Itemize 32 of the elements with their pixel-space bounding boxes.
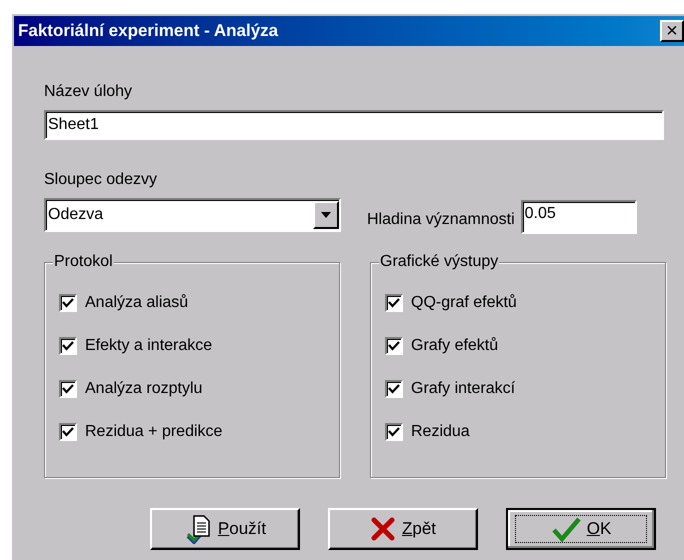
checkbox[interactable]: [385, 380, 403, 398]
checkbox-label: Efekty a interakce: [85, 336, 212, 356]
checkbox[interactable]: [59, 337, 77, 355]
document-check-icon: [184, 514, 212, 544]
checkbox-label: Grafy interakcí: [411, 379, 516, 399]
checkbox-label: Rezidua: [411, 422, 470, 442]
field-label: Hladina významnosti: [367, 210, 515, 230]
checkbox[interactable]: [385, 294, 403, 312]
checkbox-label: Analýza rozptylu: [85, 379, 202, 399]
checkbox-label: Rezidua + predikce: [85, 422, 222, 442]
significance-field[interactable]: 0.05: [520, 200, 637, 234]
field-label: Sloupec odezvy: [44, 170, 158, 190]
apply-button[interactable]: Použít: [150, 508, 300, 550]
back-button[interactable]: Zpět: [328, 508, 478, 550]
dropdown-arrow-icon: [321, 212, 331, 218]
ok-button[interactable]: OK: [506, 508, 656, 550]
checkbox[interactable]: [59, 380, 77, 398]
response-dropdown[interactable]: Odezva: [44, 198, 341, 232]
close-button[interactable]: ×: [660, 20, 684, 42]
cross-icon: [370, 516, 396, 542]
checkbox[interactable]: [59, 423, 77, 441]
checkbox-label: Analýza aliasů: [85, 293, 188, 313]
checkbox-label: QQ-graf efektů: [411, 293, 517, 313]
field-label: Název úlohy: [44, 82, 134, 102]
checkbox-label: Grafy efektů: [411, 336, 498, 356]
checkbox[interactable]: [385, 337, 403, 355]
checkbox[interactable]: [59, 294, 77, 312]
checkbox[interactable]: [385, 423, 403, 441]
task-name-field[interactable]: Sheet1: [44, 110, 664, 140]
window-title: Faktoriální experiment - Analýza: [18, 20, 278, 42]
check-icon: [550, 516, 581, 542]
group-title: Grafické výstupy: [379, 252, 500, 272]
